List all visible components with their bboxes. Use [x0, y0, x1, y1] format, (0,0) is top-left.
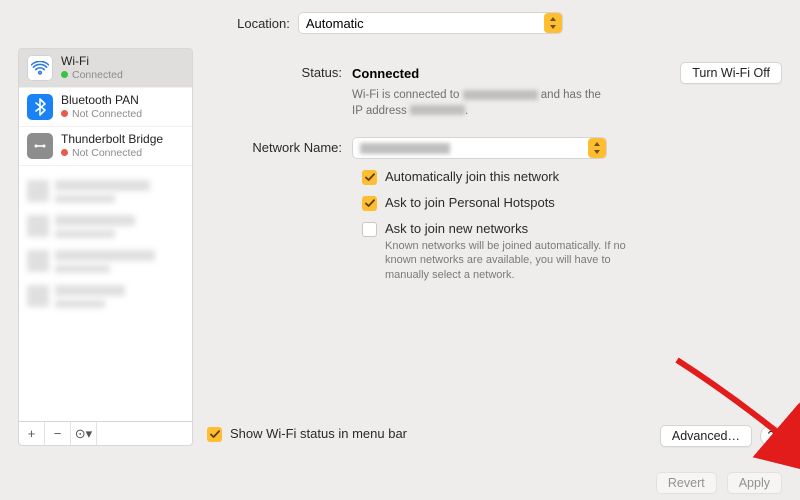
ask-new-help: Known networks will be joined automatica… — [385, 239, 640, 282]
services-list: Wi-Fi Connected Bluetooth PAN Not Connec… — [19, 49, 192, 421]
service-wifi[interactable]: Wi-Fi Connected — [19, 49, 192, 88]
sidebar-toolbar: + − ⊙▾ — [19, 421, 192, 445]
service-thunderbolt[interactable]: Thunderbolt Bridge Not Connected — [19, 127, 192, 166]
network-name-select[interactable] — [352, 137, 607, 159]
auto-join-checkbox[interactable]: Automatically join this network — [362, 169, 782, 185]
location-value: Automatic — [306, 16, 364, 31]
status-label: Status: — [207, 62, 352, 80]
show-status-checkbox[interactable]: Show Wi-Fi status in menu bar — [207, 426, 407, 442]
status-dot-icon — [61, 110, 68, 117]
location-row: Location: Automatic — [0, 0, 800, 48]
network-name-value — [360, 143, 450, 154]
bottom-row: Show Wi-Fi status in menu bar Advanced… … — [207, 420, 782, 452]
status-dot-icon — [61, 71, 68, 78]
service-name: Thunderbolt Bridge — [61, 133, 163, 147]
status-dot-icon — [61, 149, 68, 156]
service-bluetooth[interactable]: Bluetooth PAN Not Connected — [19, 88, 192, 127]
revert-button[interactable]: Revert — [656, 472, 717, 494]
detail-panel: Status: Connected Turn Wi-Fi Off Wi-Fi i… — [207, 48, 782, 446]
location-select[interactable]: Automatic — [298, 12, 563, 34]
remove-service-button[interactable]: − — [45, 422, 71, 445]
wifi-icon — [27, 55, 53, 81]
checkbox-empty-icon — [362, 222, 377, 237]
location-label: Location: — [237, 16, 290, 31]
redacted-services — [19, 166, 192, 308]
help-button[interactable]: ? — [760, 425, 782, 447]
bluetooth-icon — [27, 94, 53, 120]
advanced-button[interactable]: Advanced… — [660, 425, 752, 447]
status-value: Connected — [352, 66, 419, 81]
turn-wifi-off-button[interactable]: Turn Wi-Fi Off — [680, 62, 782, 84]
checkmark-icon — [362, 196, 377, 211]
service-name: Wi-Fi — [61, 55, 123, 69]
apply-button[interactable]: Apply — [727, 472, 782, 494]
network-name-label: Network Name: — [207, 137, 352, 155]
service-name: Bluetooth PAN — [61, 94, 142, 108]
checkmark-icon — [207, 427, 222, 442]
updown-icon — [588, 138, 606, 158]
service-menu-button[interactable]: ⊙▾ — [71, 422, 97, 445]
ask-new-checkbox[interactable]: Ask to join new networks — [362, 221, 782, 237]
services-sidebar: Wi-Fi Connected Bluetooth PAN Not Connec… — [18, 48, 193, 446]
thunderbolt-icon — [27, 133, 53, 159]
status-description: Wi-Fi is connected to and has the IP add… — [352, 88, 612, 119]
footer-actions: Revert Apply — [656, 472, 782, 494]
ask-hotspot-checkbox[interactable]: Ask to join Personal Hotspots — [362, 195, 782, 211]
add-service-button[interactable]: + — [19, 422, 45, 445]
updown-icon — [544, 13, 562, 33]
checkmark-icon — [362, 170, 377, 185]
network-prefs-window: Location: Automatic Wi-Fi Connected — [0, 0, 800, 500]
